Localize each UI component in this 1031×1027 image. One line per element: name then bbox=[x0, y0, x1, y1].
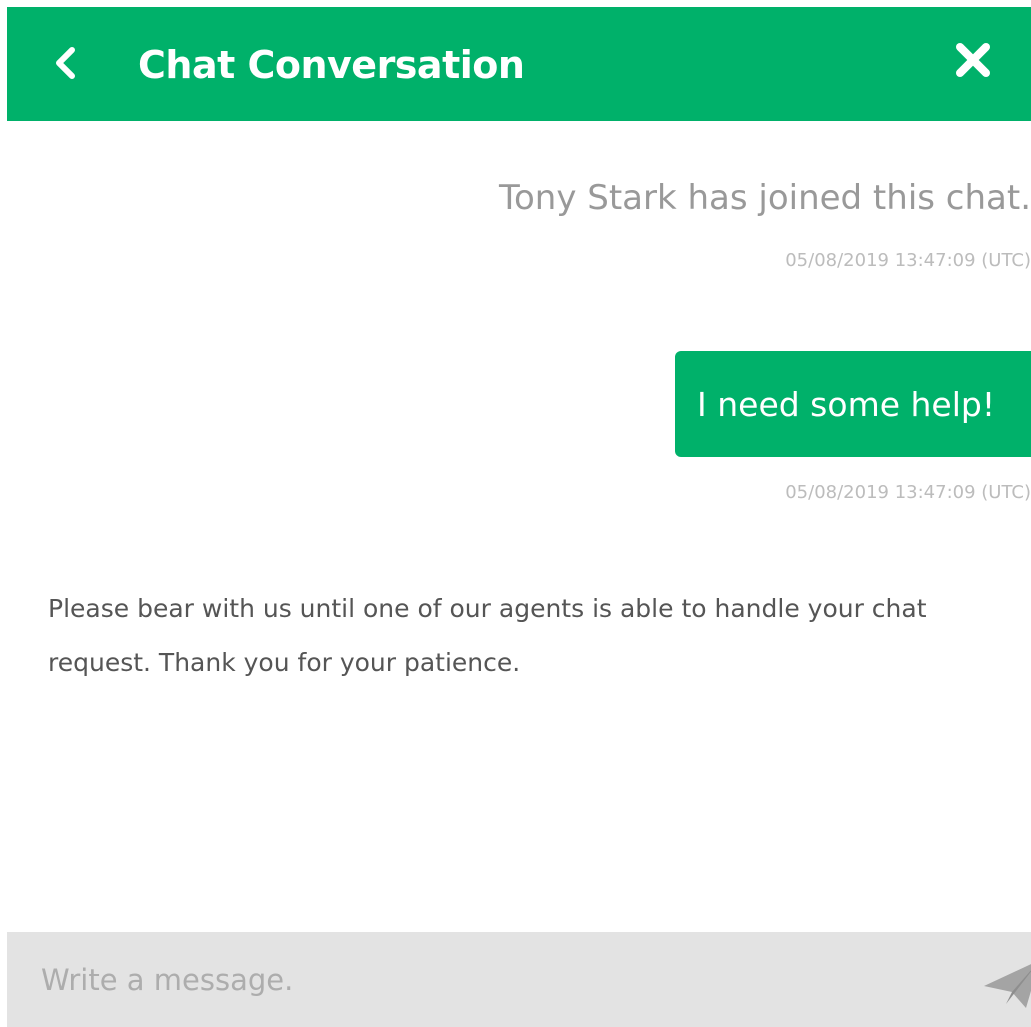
chat-window: Chat Conversation Tony Stark has joined … bbox=[0, 0, 1031, 1027]
page-title: Chat Conversation bbox=[138, 43, 525, 87]
send-icon bbox=[982, 964, 1031, 1016]
message-timestamp: 05/08/2019 13:47:09 (UTC) bbox=[785, 250, 1031, 271]
outgoing-message-text: I need some help! bbox=[697, 384, 996, 424]
chat-header: Chat Conversation bbox=[7, 7, 1031, 121]
outgoing-message-bubble: I need some help! bbox=[675, 351, 1031, 457]
message-composer bbox=[7, 932, 1031, 1027]
chevron-left-icon bbox=[52, 45, 78, 85]
back-button[interactable] bbox=[45, 45, 85, 85]
system-message: Tony Stark has joined this chat. bbox=[498, 178, 1031, 218]
waiting-notice: Please bear with us until one of our age… bbox=[48, 594, 927, 677]
send-button[interactable] bbox=[982, 952, 1031, 1012]
close-button[interactable] bbox=[949, 38, 997, 86]
message-input[interactable] bbox=[35, 954, 921, 1006]
close-icon bbox=[953, 40, 993, 84]
message-timestamp: 05/08/2019 13:47:09 (UTC) bbox=[785, 482, 1031, 503]
